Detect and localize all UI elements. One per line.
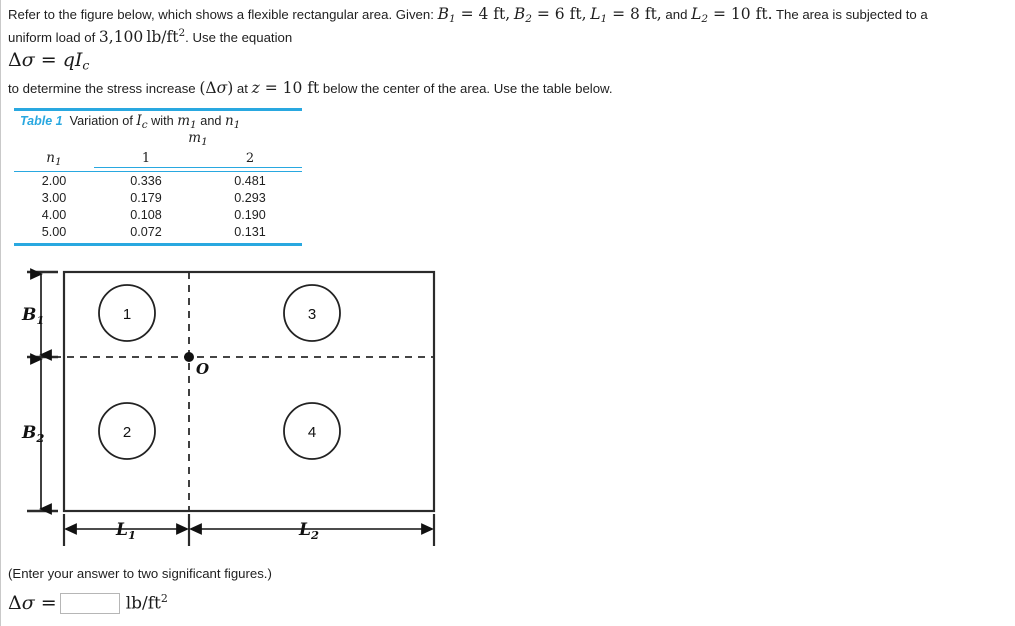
and-connector: and xyxy=(665,7,688,22)
cell-ic-m2: 0.131 xyxy=(234,224,266,239)
given-l2: L2 = 10 ft. xyxy=(691,5,773,25)
row-header-n1: n1 xyxy=(46,149,62,168)
quadrant-label-1: 1 xyxy=(123,306,131,323)
table-caption: Table 1 Variation of Ic with m1 and n1 xyxy=(14,111,302,131)
origin-point xyxy=(184,352,194,362)
given-b2: B2 = 6 ft, xyxy=(513,5,587,25)
depth-z: z = 10 ft xyxy=(251,79,320,97)
table-1: Table 1 Variation of Ic with m1 and n1 m1… xyxy=(14,108,302,247)
given-l1: L1 = 8 ft, xyxy=(590,5,662,25)
table-row: 3.00 0.179 0.293 xyxy=(14,189,302,206)
cell-n1: 4.00 xyxy=(41,207,67,222)
quadrant-label-2: 2 xyxy=(123,424,131,441)
l1-dimension-label: L1 xyxy=(115,520,136,542)
table-row: 2.00 0.336 0.481 xyxy=(14,172,302,190)
uniform-load-value: 3,100 lb/ft2 xyxy=(98,27,186,46)
line3-part-c: below the center of the area. Use the ta… xyxy=(322,81,613,96)
cell-n1: 3.00 xyxy=(41,190,67,205)
answer-instruction: (Enter your answer to two significant fi… xyxy=(8,566,272,581)
delta-sigma-paren: (Δσ) xyxy=(199,79,234,97)
line3-part-b: at xyxy=(236,81,248,96)
column-header-2: 2 xyxy=(198,149,302,169)
answer-units: lb/ft2 xyxy=(125,592,168,614)
cell-ic-m2: 0.190 xyxy=(234,207,266,222)
table-1-grid: m1 n1 1 2 2.00 0.336 0.481 3.00 0.179 0.… xyxy=(14,129,302,240)
load-suffix-text: . Use the equation xyxy=(185,29,293,45)
line3-part-a: to determine the stress increase xyxy=(8,81,196,96)
answer-input[interactable] xyxy=(59,592,120,614)
cell-ic-m1: 0.179 xyxy=(130,190,162,205)
given-b1: B1 = 4 ft, xyxy=(437,5,511,25)
answer-row: Δσ = lb/ft2 xyxy=(8,589,168,617)
cell-n1: 5.00 xyxy=(41,224,67,239)
quadrant-label-4: 4 xyxy=(308,424,316,441)
governing-equation: Δσ = qIc xyxy=(8,49,90,73)
rectangular-area-figure: O 1 2 3 4 B1 B2 L1 L2 xyxy=(6,258,476,548)
page-left-border xyxy=(0,0,1,626)
cell-ic-m1: 0.072 xyxy=(130,224,162,239)
cell-ic-m2: 0.481 xyxy=(234,173,266,188)
loaded-area-rectangle xyxy=(62,270,436,513)
cell-n1: 2.00 xyxy=(41,173,67,188)
table-row: 4.00 0.108 0.190 xyxy=(14,206,302,223)
group-header-spacer xyxy=(14,131,94,150)
table-label: Table 1 xyxy=(20,114,63,128)
cell-ic-m2: 0.293 xyxy=(234,190,266,205)
table-column-header-row: n1 1 2 xyxy=(14,149,302,169)
quadrant-label-3: 3 xyxy=(308,306,316,323)
problem-statement-line-3: to determine the stress increase (Δσ) at… xyxy=(8,79,613,98)
cell-ic-m1: 0.108 xyxy=(130,207,162,222)
table-row: 5.00 0.072 0.131 xyxy=(14,223,302,240)
group-header-m1: m1 xyxy=(188,129,208,148)
answer-units-exponent: 2 xyxy=(160,592,168,606)
load-number: 3,100 xyxy=(98,27,144,46)
l2-dimension-label: L2 xyxy=(298,520,319,542)
answer-lhs-symbol: Δσ = xyxy=(8,592,57,614)
equation-subscript: c xyxy=(82,57,90,73)
table-caption-text: Variation of Ic with m1 and n1 xyxy=(69,113,241,131)
origin-label: O xyxy=(196,360,209,378)
load-prefix-text: uniform load of xyxy=(8,29,96,45)
intro-prefix-text: Refer to the figure below, which shows a… xyxy=(8,7,434,22)
table-bottom-rule xyxy=(14,243,302,247)
intro-suffix-text: The area is subjected to a xyxy=(775,7,928,22)
column-header-1: 1 xyxy=(94,149,198,169)
cell-ic-m1: 0.336 xyxy=(130,173,162,188)
table-group-header-row: m1 xyxy=(14,129,302,150)
problem-content: Refer to the figure below, which shows a… xyxy=(6,0,1015,626)
problem-statement-line-2: uniform load of 3,100 lb/ft2. Use the eq… xyxy=(8,24,292,47)
